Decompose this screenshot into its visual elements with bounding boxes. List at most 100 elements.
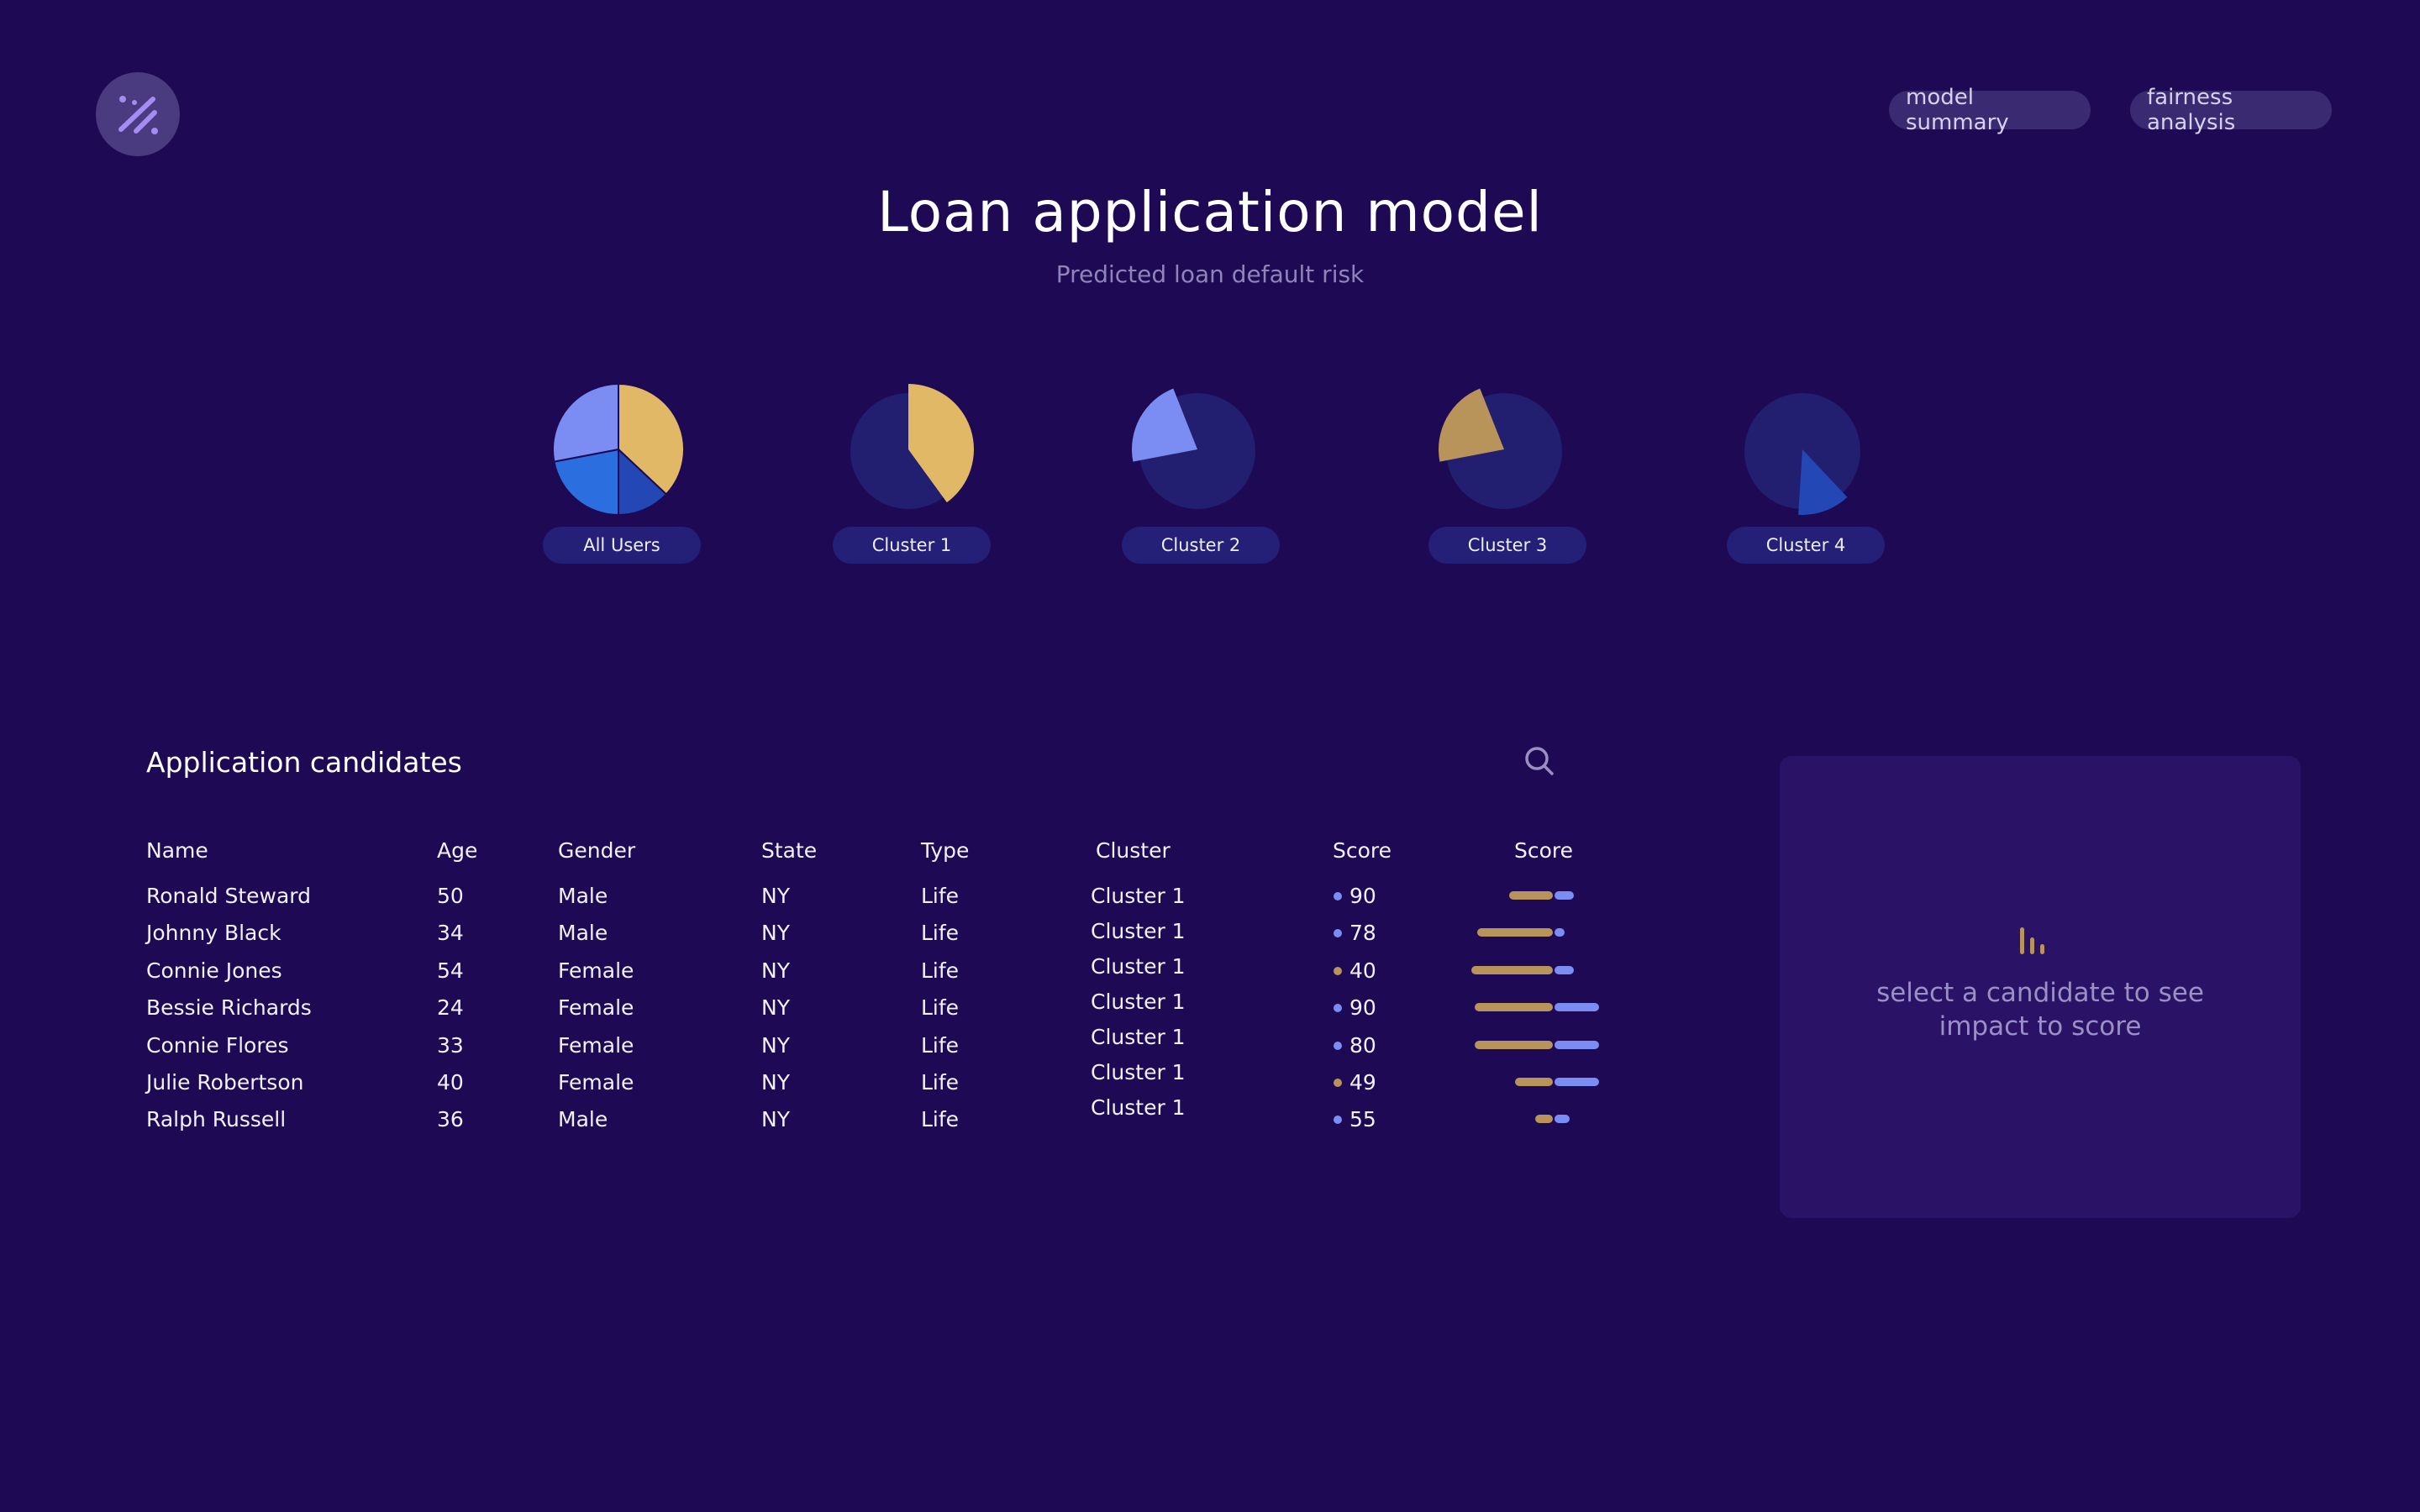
cell-score: 40 bbox=[1349, 958, 1376, 983]
detail-panel-message: select a candidate to see impact to scor… bbox=[1876, 978, 2204, 1042]
score-bar-positive bbox=[1555, 1115, 1570, 1124]
column-header[interactable]: Name bbox=[146, 838, 208, 863]
cell-score: 55 bbox=[1349, 1107, 1376, 1132]
pie-slice bbox=[552, 382, 619, 463]
score-dot bbox=[1334, 1116, 1342, 1125]
cluster-pill[interactable]: All Users bbox=[543, 527, 701, 564]
cell-gender: Male bbox=[558, 921, 608, 946]
nav-model-summary[interactable]: model summary bbox=[1889, 85, 2091, 135]
score-bar-positive bbox=[1555, 928, 1565, 937]
score-dot bbox=[1334, 1079, 1342, 1087]
table-title: Application candidates bbox=[146, 746, 462, 779]
cell-age: 36 bbox=[437, 1107, 464, 1132]
cluster-pill[interactable]: Cluster 3 bbox=[1428, 527, 1586, 564]
cell-gender: Male bbox=[558, 884, 608, 908]
cell-state: NY bbox=[761, 958, 790, 983]
column-header[interactable]: Score bbox=[1333, 838, 1392, 863]
cell-state: NY bbox=[761, 1107, 790, 1132]
cell-cluster: Cluster 1 bbox=[1091, 1025, 1186, 1049]
score-dot bbox=[1334, 892, 1342, 900]
column-header[interactable]: State bbox=[761, 838, 817, 863]
cell-type: Life bbox=[921, 1032, 960, 1058]
cell-gender: Female bbox=[558, 1032, 634, 1058]
cell-gender: Female bbox=[558, 995, 634, 1021]
cell-age: 40 bbox=[437, 1070, 464, 1095]
pie-svg bbox=[1744, 393, 1860, 515]
column-header[interactable]: Cluster bbox=[1096, 838, 1171, 863]
score-bar-negative bbox=[1535, 1115, 1553, 1124]
score-dot bbox=[1334, 1041, 1342, 1050]
cell-gender: Male bbox=[558, 1107, 608, 1132]
cell-state: NY bbox=[761, 1070, 790, 1095]
cell-cluster: Cluster 1 bbox=[1091, 1060, 1186, 1084]
cell-name: Johnny Black bbox=[146, 921, 281, 946]
score-dot bbox=[1334, 966, 1342, 975]
cell-cluster: Cluster 1 bbox=[1091, 990, 1186, 1014]
score-bar-positive bbox=[1555, 1003, 1599, 1012]
page-subtitle: Predicted loan default risk bbox=[1055, 260, 1365, 288]
cell-type: Life bbox=[921, 1107, 960, 1132]
column-header[interactable]: Type bbox=[921, 838, 969, 863]
cell-score: 80 bbox=[1349, 1032, 1376, 1058]
cell-name: Connie Flores bbox=[146, 1032, 289, 1058]
cell-state: NY bbox=[761, 921, 790, 946]
cell-gender: Female bbox=[558, 958, 634, 983]
cluster-pill[interactable]: Cluster 1 bbox=[833, 527, 991, 564]
score-bar-positive bbox=[1555, 965, 1574, 974]
pie-svg bbox=[850, 384, 974, 509]
cell-age: 24 bbox=[437, 995, 464, 1021]
pie-svg bbox=[1132, 388, 1255, 509]
cell-cluster: Cluster 1 bbox=[1091, 1095, 1186, 1120]
cell-cluster: Cluster 1 bbox=[1091, 954, 1186, 979]
percent-icon bbox=[118, 96, 158, 134]
search-icon[interactable] bbox=[1523, 744, 1556, 778]
cell-name: Julie Robertson bbox=[146, 1070, 304, 1095]
score-bar-negative bbox=[1515, 1078, 1553, 1086]
cell-name: Ronald Steward bbox=[146, 884, 311, 908]
cell-state: NY bbox=[761, 995, 790, 1021]
pie-svg bbox=[1439, 388, 1562, 509]
cell-age: 33 bbox=[437, 1032, 464, 1058]
cell-type: Life bbox=[921, 958, 960, 983]
cell-type: Life bbox=[921, 1070, 960, 1095]
score-bar-negative bbox=[1475, 1003, 1553, 1012]
score-bar-positive bbox=[1555, 891, 1574, 900]
bar-chart-icon bbox=[2020, 927, 2044, 954]
score-bar-negative bbox=[1508, 891, 1553, 900]
score-dot bbox=[1334, 1004, 1342, 1013]
column-header[interactable]: Age bbox=[437, 838, 477, 863]
detail-panel: select a candidate to see impact to scor… bbox=[1780, 756, 2301, 1218]
cell-type: Life bbox=[921, 995, 960, 1021]
score-bar-negative bbox=[1470, 965, 1553, 974]
nav-fairness-analysis[interactable]: fairness analysis bbox=[2130, 85, 2332, 135]
cell-score: 90 bbox=[1349, 884, 1376, 908]
cell-type: Life bbox=[921, 884, 960, 908]
cell-age: 34 bbox=[437, 921, 464, 946]
cluster-pill[interactable]: Cluster 2 bbox=[1122, 527, 1280, 564]
logo[interactable] bbox=[96, 72, 180, 156]
cell-name: Ralph Russell bbox=[146, 1107, 287, 1132]
score-dot bbox=[1334, 929, 1342, 938]
score-bar-negative bbox=[1477, 928, 1553, 937]
cell-state: NY bbox=[761, 884, 790, 908]
cell-age: 54 bbox=[437, 958, 464, 983]
score-bar-negative bbox=[1475, 1040, 1553, 1049]
cell-cluster: Cluster 1 bbox=[1091, 919, 1186, 943]
column-header[interactable]: Score bbox=[1514, 838, 1573, 863]
pie-svg bbox=[552, 382, 685, 517]
cell-gender: Female bbox=[558, 1070, 634, 1095]
cell-age: 50 bbox=[437, 884, 464, 908]
cell-cluster: Cluster 1 bbox=[1091, 884, 1186, 908]
score-bar-positive bbox=[1555, 1040, 1599, 1049]
column-header[interactable]: Gender bbox=[558, 838, 635, 863]
cell-name: Connie Jones bbox=[146, 958, 282, 983]
cell-score: 78 bbox=[1349, 921, 1376, 946]
cell-name: Bessie Richards bbox=[146, 995, 312, 1021]
cell-score: 49 bbox=[1349, 1070, 1376, 1095]
cell-state: NY bbox=[761, 1032, 790, 1058]
page-title: Loan application model bbox=[877, 180, 1543, 244]
cell-score: 90 bbox=[1349, 995, 1376, 1021]
score-bar-positive bbox=[1555, 1078, 1599, 1086]
cell-type: Life bbox=[921, 921, 960, 946]
cluster-pill[interactable]: Cluster 4 bbox=[1727, 527, 1885, 564]
